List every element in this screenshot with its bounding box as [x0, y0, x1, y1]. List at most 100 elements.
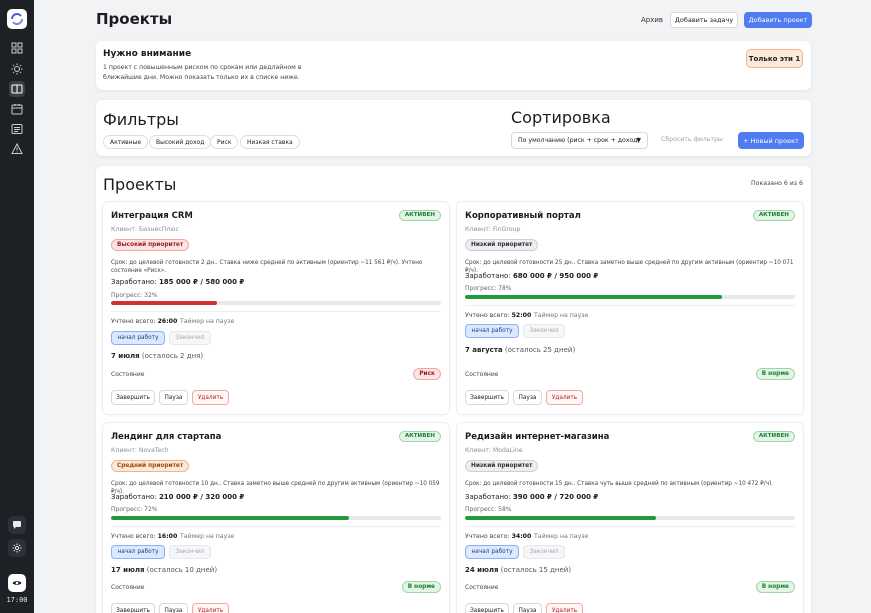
project-name: Корпоративный портал: [465, 211, 581, 221]
pause-button[interactable]: Пауза: [513, 390, 542, 405]
state-label: Состояние: [465, 371, 499, 378]
add-project-button[interactable]: Добавить проект: [744, 12, 812, 28]
finish-work-button[interactable]: Закончил: [523, 545, 565, 559]
tracked-time: Учтено всего: 52:00: [465, 312, 531, 319]
divider: [465, 305, 795, 306]
new-project-button[interactable]: + Новый проект: [738, 132, 804, 149]
complete-button[interactable]: Завершить: [465, 390, 509, 405]
project-name: Редизайн интернет-магазина: [465, 432, 610, 442]
state-badge: В норме: [755, 368, 795, 380]
clock-time: 17:00: [6, 596, 28, 604]
progress-label: Прогресс: 72%: [111, 506, 158, 513]
deadline-remaining: (осталось 2 дня): [141, 352, 204, 360]
state-label: Состояние: [111, 584, 145, 591]
priority-badge: Низкий приоритет: [465, 460, 539, 472]
state-badge: Риск: [413, 368, 441, 380]
sidebar: 17:00: [0, 0, 34, 613]
project-client: Клиент: БизнесПлюс: [111, 226, 179, 233]
tracked-time: Учтено всего: 34:00: [465, 533, 531, 540]
delete-button[interactable]: Удалить: [546, 390, 583, 405]
pause-button[interactable]: Пауза: [159, 390, 188, 405]
add-task-button[interactable]: Добавить задачу: [670, 12, 738, 28]
earned-row: Заработано: 390 000 ₽ / 720 000 ₽: [465, 493, 598, 501]
tracked-label: Учтено всего:: [465, 533, 510, 540]
projects-icon[interactable]: [9, 81, 25, 97]
archive-button[interactable]: Архив: [637, 14, 667, 26]
invoices-icon[interactable]: [9, 121, 25, 137]
tracked-label: Учтено всего:: [465, 312, 510, 319]
calendar-icon[interactable]: [9, 101, 25, 117]
deadline-remaining: (осталось 25 дней): [504, 346, 576, 354]
earned-row: Заработано: 680 000 ₽ / 950 000 ₽: [465, 272, 598, 280]
tracked-time: Учтено всего: 16:00: [111, 533, 177, 540]
timer-status: Таймер на паузе: [180, 318, 235, 325]
progress-bar: [111, 516, 441, 520]
tracked-value: 16:00: [157, 533, 178, 540]
earned-row: Заработано: 185 000 ₽ / 580 000 ₽: [111, 278, 244, 286]
projects-panel: Проекты Показано 6 из 6 Интеграция CRM А…: [96, 166, 811, 613]
tracked-time: Учтено всего: 26:00: [111, 318, 177, 325]
filter-chip-low-rate[interactable]: Низкая ставка: [240, 135, 300, 149]
progress-bar: [111, 301, 441, 305]
earned-value: 680 000 ₽ / 950 000 ₽: [512, 272, 599, 280]
timer-status: Таймер на паузе: [534, 312, 589, 319]
project-description: Срок: до целевой готовности 15 дн.. Став…: [465, 481, 774, 487]
finish-work-button[interactable]: Закончил: [523, 324, 565, 338]
earned-value: 210 000 ₽ / 320 000 ₽: [158, 493, 245, 501]
show-only-risky-button[interactable]: Только эти 1: [746, 49, 803, 68]
filter-chip-active[interactable]: Активные: [103, 135, 149, 149]
filters-panel: Фильтры Активные Высокий доход Риск Низк…: [96, 100, 811, 156]
settings-icon[interactable]: [8, 539, 26, 557]
tracked-value: 52:00: [511, 312, 532, 319]
progress-bar: [465, 295, 795, 299]
deadline: 7 июля (осталось 2 дня): [111, 352, 203, 360]
complete-button[interactable]: Завершить: [111, 603, 155, 613]
sun-icon[interactable]: [9, 61, 25, 77]
progress-fill: [465, 516, 657, 520]
earned-label: Заработано:: [465, 493, 511, 501]
priority-badge: Высокий приоритет: [111, 239, 190, 251]
app-logo-icon[interactable]: [7, 9, 27, 29]
complete-button[interactable]: Завершить: [111, 390, 155, 405]
project-client: Клиент: FinGroup: [465, 226, 521, 233]
dashboard-icon[interactable]: [9, 40, 25, 56]
project-card: Интеграция CRM АКТИВЕН Клиент: БизнесПлю…: [103, 202, 449, 414]
eye-icon[interactable]: [8, 574, 26, 592]
pause-button[interactable]: Пауза: [513, 603, 542, 613]
earned-value: 390 000 ₽ / 720 000 ₽: [512, 493, 599, 501]
delete-button[interactable]: Удалить: [546, 603, 583, 613]
state-label: Состояние: [465, 584, 499, 591]
finish-work-button[interactable]: Закончил: [169, 545, 211, 559]
earned-label: Заработано:: [111, 493, 157, 501]
progress-label: Прогресс: 58%: [465, 506, 512, 513]
earned-label: Заработано:: [465, 272, 511, 280]
progress-fill: [111, 516, 349, 520]
earned-label: Заработано:: [111, 278, 157, 286]
start-work-button[interactable]: начал работу: [465, 545, 519, 559]
start-work-button[interactable]: начал работу: [111, 545, 165, 559]
complete-button[interactable]: Завершить: [465, 603, 509, 613]
tracked-label: Учтено всего:: [111, 318, 156, 325]
start-work-button[interactable]: начал работу: [111, 331, 165, 345]
chevron-down-icon: ▼: [636, 137, 641, 144]
deadline: 7 августа (осталось 25 дней): [465, 346, 575, 354]
priority-badge: Средний приоритет: [111, 460, 190, 472]
sort-select-value: По умолчанию (риск + срок + доход): [518, 137, 640, 144]
filter-chip-high-income[interactable]: Высокий доход: [149, 135, 212, 149]
sort-select[interactable]: По умолчанию (риск + срок + доход) ▼: [511, 132, 648, 149]
project-description: Срок: до целевой готовности 2 дн.. Ставк…: [111, 260, 423, 274]
start-work-button[interactable]: начал работу: [465, 324, 519, 338]
progress-fill: [465, 295, 723, 299]
project-name: Лендинг для стартапа: [111, 432, 222, 442]
reset-filters-button[interactable]: Сбросить фильтры: [661, 136, 723, 143]
finish-work-button[interactable]: Закончил: [169, 331, 211, 345]
warning-icon[interactable]: [9, 141, 25, 157]
chat-icon[interactable]: [8, 516, 26, 534]
delete-button[interactable]: Удалить: [192, 390, 229, 405]
projects-title: Проекты: [103, 175, 177, 194]
pause-button[interactable]: Пауза: [159, 603, 188, 613]
filter-chip-risk[interactable]: Риск: [210, 135, 239, 149]
delete-button[interactable]: Удалить: [192, 603, 229, 613]
status-badge: АКТИВЕН: [398, 431, 441, 442]
deadline-remaining: (осталось 15 дней): [500, 566, 572, 574]
